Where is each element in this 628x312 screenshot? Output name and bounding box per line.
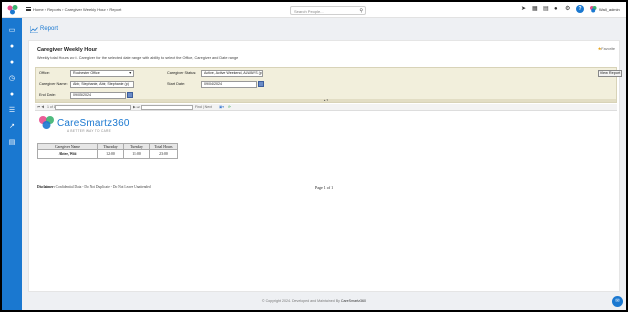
search-input[interactable]: Search People... ⚲: [290, 6, 366, 15]
view-report-button[interactable]: View Report: [598, 70, 622, 77]
table-cell: 23:00: [149, 149, 178, 159]
search-placeholder: Search People...: [294, 9, 324, 14]
user-icon[interactable]: ●: [7, 42, 17, 51]
help-icon[interactable]: ?: [576, 5, 584, 13]
find-next-link[interactable]: Find | Next: [195, 105, 212, 109]
copyright-text: © Copyright 2024. Developed and Maintain…: [261, 299, 340, 303]
report-title: Caregiver Weekly Hour: [37, 47, 98, 53]
office-select[interactable]: Rochester Office ▼: [70, 70, 134, 77]
table-row: Abter, Wiii 12:00 11:00 23:00: [37, 149, 178, 159]
search-icon[interactable]: ⚲: [359, 8, 363, 14]
page-indicator: Page 1 of 1: [315, 185, 334, 190]
collapse-filters-handle[interactable]: ▲▼: [36, 99, 616, 102]
find-input[interactable]: [141, 105, 193, 110]
caregiver-name-select[interactable]: Abir, Stephanie, Abir, Stephanie (p): [70, 81, 134, 88]
gear-icon[interactable]: ⚙: [565, 6, 570, 13]
page-header: Report: [22, 18, 626, 38]
disclaimer-text: Confidential Data - Do Not Duplicate - D…: [55, 185, 151, 189]
report-card: Caregiver Weekly Hour Weekly total Hours…: [28, 40, 622, 292]
start-date-label: Start Date:: [167, 82, 186, 86]
caregiver-name-label: Caregiver Name:: [39, 82, 68, 86]
report-description: Weekly total Hours w.r.t. Caregiver for …: [37, 56, 239, 60]
end-date-calendar-icon[interactable]: [127, 92, 133, 98]
favorite-button[interactable]: ★Favorite: [598, 46, 615, 51]
caregiver-status-label: Caregiver Status:: [167, 71, 197, 75]
breadcrumb-current: Report: [109, 7, 122, 12]
username[interactable]: Wall_admin: [599, 7, 620, 12]
chart-icon[interactable]: ↗: [7, 122, 17, 131]
menu-toggle-icon[interactable]: [26, 7, 31, 11]
app-window: Home› Reports› Caregiver Weekly Hour› Re…: [2, 2, 626, 310]
end-date-value: 09/05/2024: [73, 93, 91, 97]
refresh-icon[interactable]: ⟳: [228, 105, 231, 109]
chart-line-icon: [30, 26, 38, 33]
users-icon[interactable]: ●: [7, 90, 17, 99]
table-cell: 12:00: [97, 149, 124, 159]
bell-icon[interactable]: ●: [554, 6, 558, 13]
copyright: © Copyright 2024. Developed and Maintain…: [2, 299, 626, 303]
send-icon[interactable]: ➤: [521, 6, 526, 13]
chevron-down-icon: ▼: [128, 71, 132, 75]
brand-logo: CareSmartz360 A BETTER WAY TO CARE: [37, 115, 177, 135]
next-page-icon[interactable]: ▶ ⏭: [133, 105, 140, 109]
breadcrumb: Home› Reports› Caregiver Weekly Hour› Re…: [33, 7, 122, 12]
table-cell: Abter, Wiii: [37, 149, 98, 159]
export-icon[interactable]: ▣▾: [219, 105, 224, 109]
sidebar: ▭ ● ● ◷ ● ☰ ↗ ▤: [2, 18, 22, 310]
chat-icon[interactable]: ✉: [612, 296, 623, 307]
top-bar: Home› Reports› Caregiver Weekly Hour› Re…: [2, 2, 626, 18]
office-label: Office:: [39, 71, 50, 75]
avatar[interactable]: [589, 5, 597, 13]
id-badge-icon[interactable]: ▤: [7, 138, 17, 147]
start-date-input[interactable]: 09/04/2024: [201, 81, 257, 88]
report-toolbar: ⏮ ◀ 1 of 1 ▶ ⏭ Find | Next ▣▾ ⟳: [35, 104, 617, 111]
clock-icon[interactable]: ◷: [7, 74, 17, 83]
user-list-icon[interactable]: ☰: [7, 106, 17, 115]
start-date-calendar-icon[interactable]: [258, 81, 264, 87]
page-number-input[interactable]: [55, 105, 131, 110]
calendar-icon[interactable]: ▦: [532, 6, 538, 13]
end-date-input[interactable]: 09/05/2024: [70, 92, 126, 99]
breadcrumb-report-name[interactable]: Caregiver Weekly Hour: [65, 7, 106, 12]
caregiver-status-select[interactable]: Active, Active Weekend, ALWAYS (p): [201, 70, 263, 77]
page-title: Report: [40, 26, 59, 32]
favorite-label: Favorite: [601, 47, 615, 51]
id-card-icon[interactable]: ▭: [7, 26, 17, 35]
breadcrumb-reports[interactable]: Reports: [47, 7, 61, 12]
disclaimer: Disclaimer: Confidential Data - Do Not D…: [37, 185, 151, 189]
disclaimer-label: Disclaimer:: [37, 185, 55, 189]
user-alt-icon[interactable]: ●: [7, 58, 17, 67]
grid-icon[interactable]: ▤: [543, 6, 549, 13]
start-date-value: 09/04/2024: [204, 82, 222, 86]
brand-name: CareSmartz360: [57, 118, 130, 129]
office-value: Rochester Office: [73, 71, 100, 75]
caregiver-status-value: Active, Active Weekend, ALWAYS (p): [204, 71, 263, 75]
filter-panel: Office: Rochester Office ▼ Caregiver Stat…: [35, 67, 622, 103]
brand-mark-icon: [39, 116, 54, 129]
copyright-company[interactable]: CareSmartz360: [341, 299, 366, 303]
caregiver-name-value: Abir, Stephanie, Abir, Stephanie (p): [73, 82, 129, 86]
app-logo[interactable]: [6, 4, 20, 16]
breadcrumb-home[interactable]: Home: [33, 7, 44, 12]
first-page-icon[interactable]: ⏮ ◀: [37, 105, 44, 109]
table-cell: 11:00: [123, 149, 150, 159]
brand-tagline: A BETTER WAY TO CARE: [67, 129, 112, 133]
end-date-label: End Date:: [39, 93, 56, 97]
report-table: Caregiver Name Thursday Tuesday Total Ho…: [37, 143, 178, 159]
